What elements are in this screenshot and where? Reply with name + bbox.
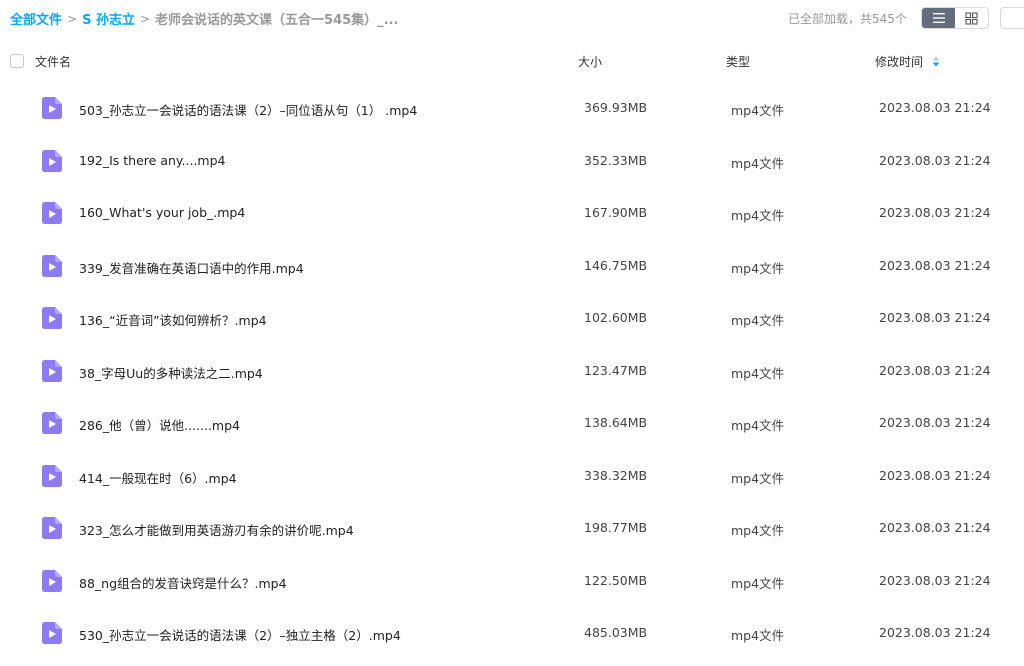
file-type: mp4文件 xyxy=(731,260,785,276)
file-name[interactable]: 286_他（曾）说他.......mp4 xyxy=(79,415,240,434)
file-size: 369.93MB xyxy=(584,100,648,115)
file-type: mp4文件 xyxy=(731,628,785,643)
breadcrumb: 全部文件 > S 孙志立 > 老师会说话的英文课（五合一545集）_... xyxy=(10,9,399,29)
file-name[interactable]: 136_“近音词”该如何辨析？.mp4 xyxy=(79,310,267,329)
view-toggle xyxy=(921,7,989,29)
file-name[interactable]: 530_孙志立一会说话的语法课（2）–独立主格（2）.mp4 xyxy=(79,625,401,644)
file-type: mp4文件 xyxy=(731,470,785,486)
header-name[interactable]: 文件名 xyxy=(35,53,71,70)
file-type: mp4文件 xyxy=(731,365,785,381)
file-date: 2023.08.03 21:24 xyxy=(879,520,991,535)
grid-view-button[interactable] xyxy=(955,8,988,28)
header-date-label: 修改时间 xyxy=(875,55,924,69)
breadcrumb-root[interactable]: 全部文件 xyxy=(10,9,62,28)
file-date: 2023.08.03 21:24 xyxy=(879,257,991,273)
select-all-checkbox[interactable] xyxy=(10,54,24,68)
file-name[interactable]: 192_Is there any....mp4 xyxy=(79,153,225,168)
file-type: mp4文件 xyxy=(731,103,785,118)
video-file-icon xyxy=(42,464,62,487)
video-file-icon xyxy=(42,517,62,539)
file-name[interactable]: 503_孙志立一会说话的语法课（2）–同位语从句（1） .mp4 xyxy=(79,100,417,119)
header-size[interactable]: 大小 xyxy=(578,53,602,70)
header-date[interactable]: 修改时间 xyxy=(875,53,940,70)
file-size: 146.75MB xyxy=(584,257,648,273)
video-file-icon xyxy=(42,149,62,172)
file-size: 102.60MB xyxy=(584,310,648,325)
video-file-icon xyxy=(42,97,62,119)
file-date: 2023.08.03 21:24 xyxy=(879,572,991,588)
file-size: 338.32MB xyxy=(584,467,648,483)
video-file-icon xyxy=(42,569,62,592)
file-date: 2023.08.03 21:24 xyxy=(879,310,991,325)
header-type[interactable]: 类型 xyxy=(726,53,750,70)
video-file-icon xyxy=(42,412,62,434)
table-row[interactable]: 530_孙志立一会说话的语法课（2）–独立主格（2）.mp4 485.03MB mp… xyxy=(0,607,1024,660)
table-header: 文件名 大小 类型 修改时间 xyxy=(0,48,1024,74)
more-button[interactable] xyxy=(1000,7,1024,29)
file-size: 138.64MB xyxy=(584,415,648,430)
file-date: 2023.08.03 21:24 xyxy=(879,205,991,220)
table-row[interactable]: 192_Is there any....mp4 352.33MB mp4文件 2023… xyxy=(0,135,1024,188)
video-file-icon xyxy=(42,254,62,277)
file-name[interactable]: 323_怎么才能做到用英语游刃有余的讲价呢.mp4 xyxy=(79,520,354,539)
file-size: 167.90MB xyxy=(584,205,648,220)
breadcrumb-current: 老师会说话的英文课（五合一545集）_... xyxy=(155,13,399,28)
breadcrumb-folder[interactable]: S 孙志立 xyxy=(82,9,135,28)
grid-icon xyxy=(965,11,978,25)
file-type: mp4文件 xyxy=(731,575,785,591)
video-file-icon xyxy=(42,307,62,329)
list-icon xyxy=(932,13,945,23)
file-type: mp4文件 xyxy=(731,208,785,223)
table-row[interactable]: 38_字母Uu的多种读法之二.mp4 123.47MB mp4文件 2023.08.0… xyxy=(0,345,1024,398)
file-type: mp4文件 xyxy=(731,155,785,171)
table-row[interactable]: 160_What's your job_.mp4 167.90MB mp4文件 202… xyxy=(0,187,1024,240)
file-size: 123.47MB xyxy=(584,362,648,378)
chevron-right-icon: > xyxy=(67,11,78,26)
table-row[interactable]: 136_“近音词”该如何辨析？.mp4 102.60MB mp4文件 2023.08.… xyxy=(0,292,1024,345)
file-size: 198.77MB xyxy=(584,520,648,535)
file-type: mp4文件 xyxy=(731,523,785,538)
chevron-right-icon: > xyxy=(139,11,151,26)
table-row[interactable]: 339_发音准确在英语口语中的作用.mp4 146.75MB mp4文件 2023.0… xyxy=(0,240,1024,293)
file-type: mp4文件 xyxy=(731,313,785,328)
table-row[interactable]: 323_怎么才能做到用英语游刃有余的讲价呢.mp4 198.77MB mp4文件 20… xyxy=(0,502,1024,555)
file-name[interactable]: 414_一般现在时（6）.mp4 xyxy=(79,468,237,487)
file-name[interactable]: 339_发音准确在英语口语中的作用.mp4 xyxy=(79,258,304,277)
table-row[interactable]: 88_ng组合的发音诀窍是什么？.mp4 122.50MB mp4文件 2023.08… xyxy=(0,555,1024,608)
file-date: 2023.08.03 21:24 xyxy=(879,467,991,483)
table-row[interactable]: 286_他（曾）说他.......mp4 138.64MB mp4文件 2023.08… xyxy=(0,397,1024,450)
file-date: 2023.08.03 21:24 xyxy=(879,152,991,168)
file-date: 2023.08.03 21:24 xyxy=(879,362,991,378)
file-date: 2023.08.03 21:24 xyxy=(879,625,991,640)
file-name[interactable]: 38_字母Uu的多种读法之二.mp4 xyxy=(79,363,263,382)
video-file-icon xyxy=(42,359,62,382)
file-size: 485.03MB xyxy=(584,625,648,640)
file-list: 503_孙志立一会说话的语法课（2）–同位语从句（1） .mp4 369.93MB… xyxy=(0,82,1024,660)
top-bar: 全部文件 > S 孙志立 > 老师会说话的英文课（五合一545集）_... 已全… xyxy=(0,0,1024,36)
file-size: 122.50MB xyxy=(584,572,648,588)
file-date: 2023.08.03 21:24 xyxy=(879,415,991,430)
video-file-icon xyxy=(42,622,62,644)
table-row[interactable]: 414_一般现在时（6）.mp4 338.32MB mp4文件 2023.08.03 … xyxy=(0,450,1024,503)
file-name[interactable]: 160_What's your job_.mp4 xyxy=(79,205,245,220)
loaded-count: 已全部加载，共545个 xyxy=(788,12,907,26)
sort-icon[interactable] xyxy=(932,56,940,67)
table-row[interactable]: 503_孙志立一会说话的语法课（2）–同位语从句（1） .mp4 369.93MB… xyxy=(0,82,1024,135)
file-type: mp4文件 xyxy=(731,418,785,433)
file-date: 2023.08.03 21:24 xyxy=(879,100,991,115)
video-file-icon xyxy=(42,202,62,224)
file-name[interactable]: 88_ng组合的发音诀窍是什么？.mp4 xyxy=(79,573,287,592)
list-view-button[interactable] xyxy=(922,8,955,28)
file-size: 352.33MB xyxy=(584,152,648,168)
